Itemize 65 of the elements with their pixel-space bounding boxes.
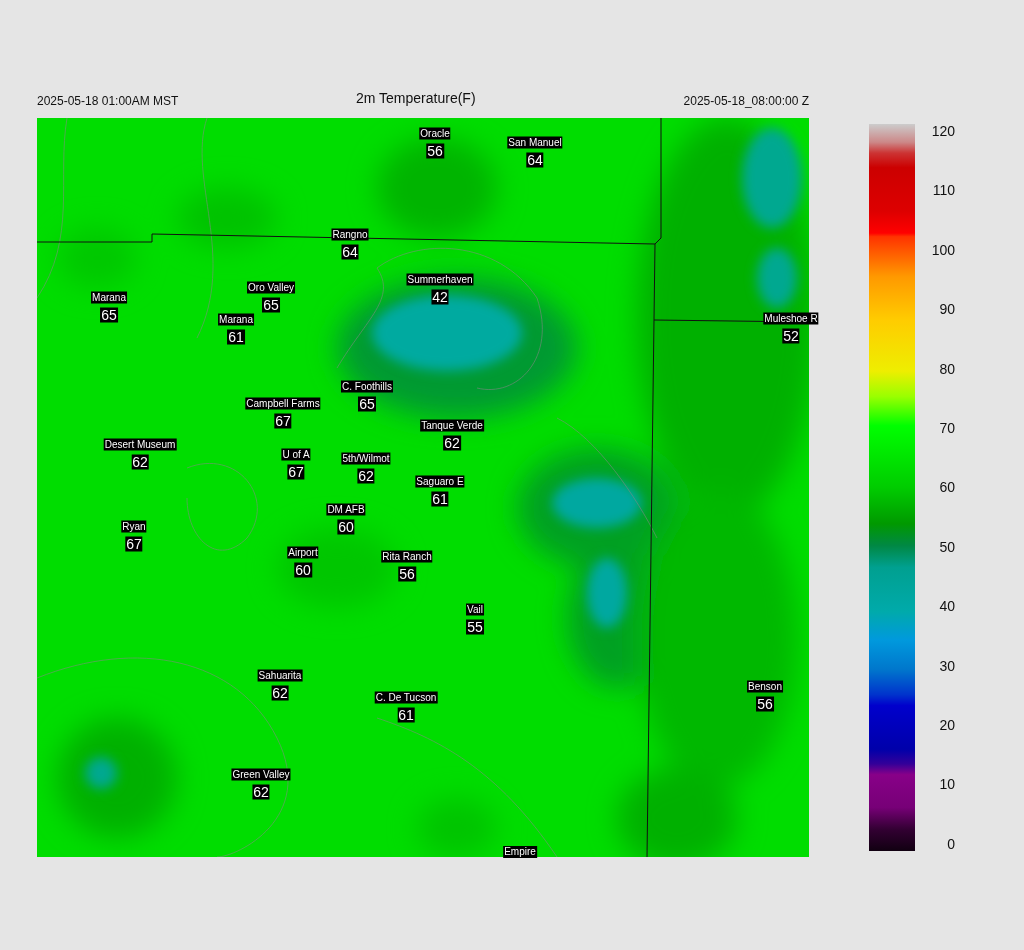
station-name: C. Foothills [341,380,393,393]
station-temperature: 67 [125,536,143,552]
station-temperature: 60 [337,519,355,535]
station-name: C. De Tucson [374,691,438,704]
station-temperature: 67 [274,413,292,429]
station-name: Oro Valley [247,281,295,294]
scale-label: 40 [939,599,955,614]
station-temperature: 65 [262,297,280,313]
station-name: Sahuarita [257,669,303,682]
scale-label: 50 [939,539,955,554]
station-name: Muleshoe R [763,312,819,325]
map-title: 2m Temperature(F) [356,90,476,106]
scale-label: 100 [931,242,955,257]
station-temperature: 55 [466,619,484,635]
local-time: 2025-05-18 01:00AM MST [37,94,179,108]
station-temperature: 61 [227,329,245,345]
station-name: Rita Ranch [381,550,433,563]
station-name: Desert Museum [103,438,177,451]
station-temperature: 64 [341,244,359,260]
station-temperature: 61 [431,491,449,507]
station-name: Campbell Farms [245,397,321,410]
station-name: Green Valley [231,768,291,781]
station-temperature: 62 [443,435,461,451]
station-temperature: 65 [100,307,118,323]
station-temperature: 61 [397,707,415,723]
station-name: Saguaro E [415,475,465,488]
scale-label: 90 [939,302,955,317]
station-name: Empire [503,846,537,858]
station-temperature: 62 [252,784,270,800]
station-name: DM AFB [326,503,366,516]
station-temperature: 42 [431,289,449,305]
station-name: U of A [281,448,311,461]
station-name: Tanque Verde [420,419,484,432]
station-temperature: 62 [357,468,375,484]
station-name: San Manuel [507,136,563,149]
station-name: Vail [466,603,484,616]
station-name: Ryan [121,520,147,533]
station-name: Marana [91,291,127,304]
scale-label: 120 [931,124,955,138]
station-name: Marana [218,313,254,326]
scale-label: 110 [932,183,955,198]
station-name: Airport [287,546,319,559]
scale-label: 0 [947,836,955,851]
scale-label: 60 [939,480,955,495]
station-name: Rangno [331,228,369,241]
station-temperature: 52 [782,328,800,344]
utc-time: 2025-05-18_08:00:00 Z [683,94,809,108]
station-temperature: 62 [271,685,289,701]
station-name: Oracle [419,127,451,140]
station-temperature: 67 [287,464,305,480]
station-name: Summerhaven [406,273,474,286]
station-name: Benson [747,680,783,693]
station-name: 5th/Wilmot [341,452,391,465]
scale-label: 10 [939,777,955,792]
scale-label: 80 [939,361,955,376]
station-temperature: 62 [131,454,149,470]
station-temperature: 64 [526,152,544,168]
scale-label: 30 [939,658,955,673]
station-temperature: 56 [756,696,774,712]
station-temperature: 56 [398,566,416,582]
scale-label: 70 [939,421,955,436]
station-temperature: 56 [426,143,444,159]
station-temperature: 60 [294,562,312,578]
scale-label: 20 [939,718,955,733]
station-temperature: 65 [358,396,376,412]
